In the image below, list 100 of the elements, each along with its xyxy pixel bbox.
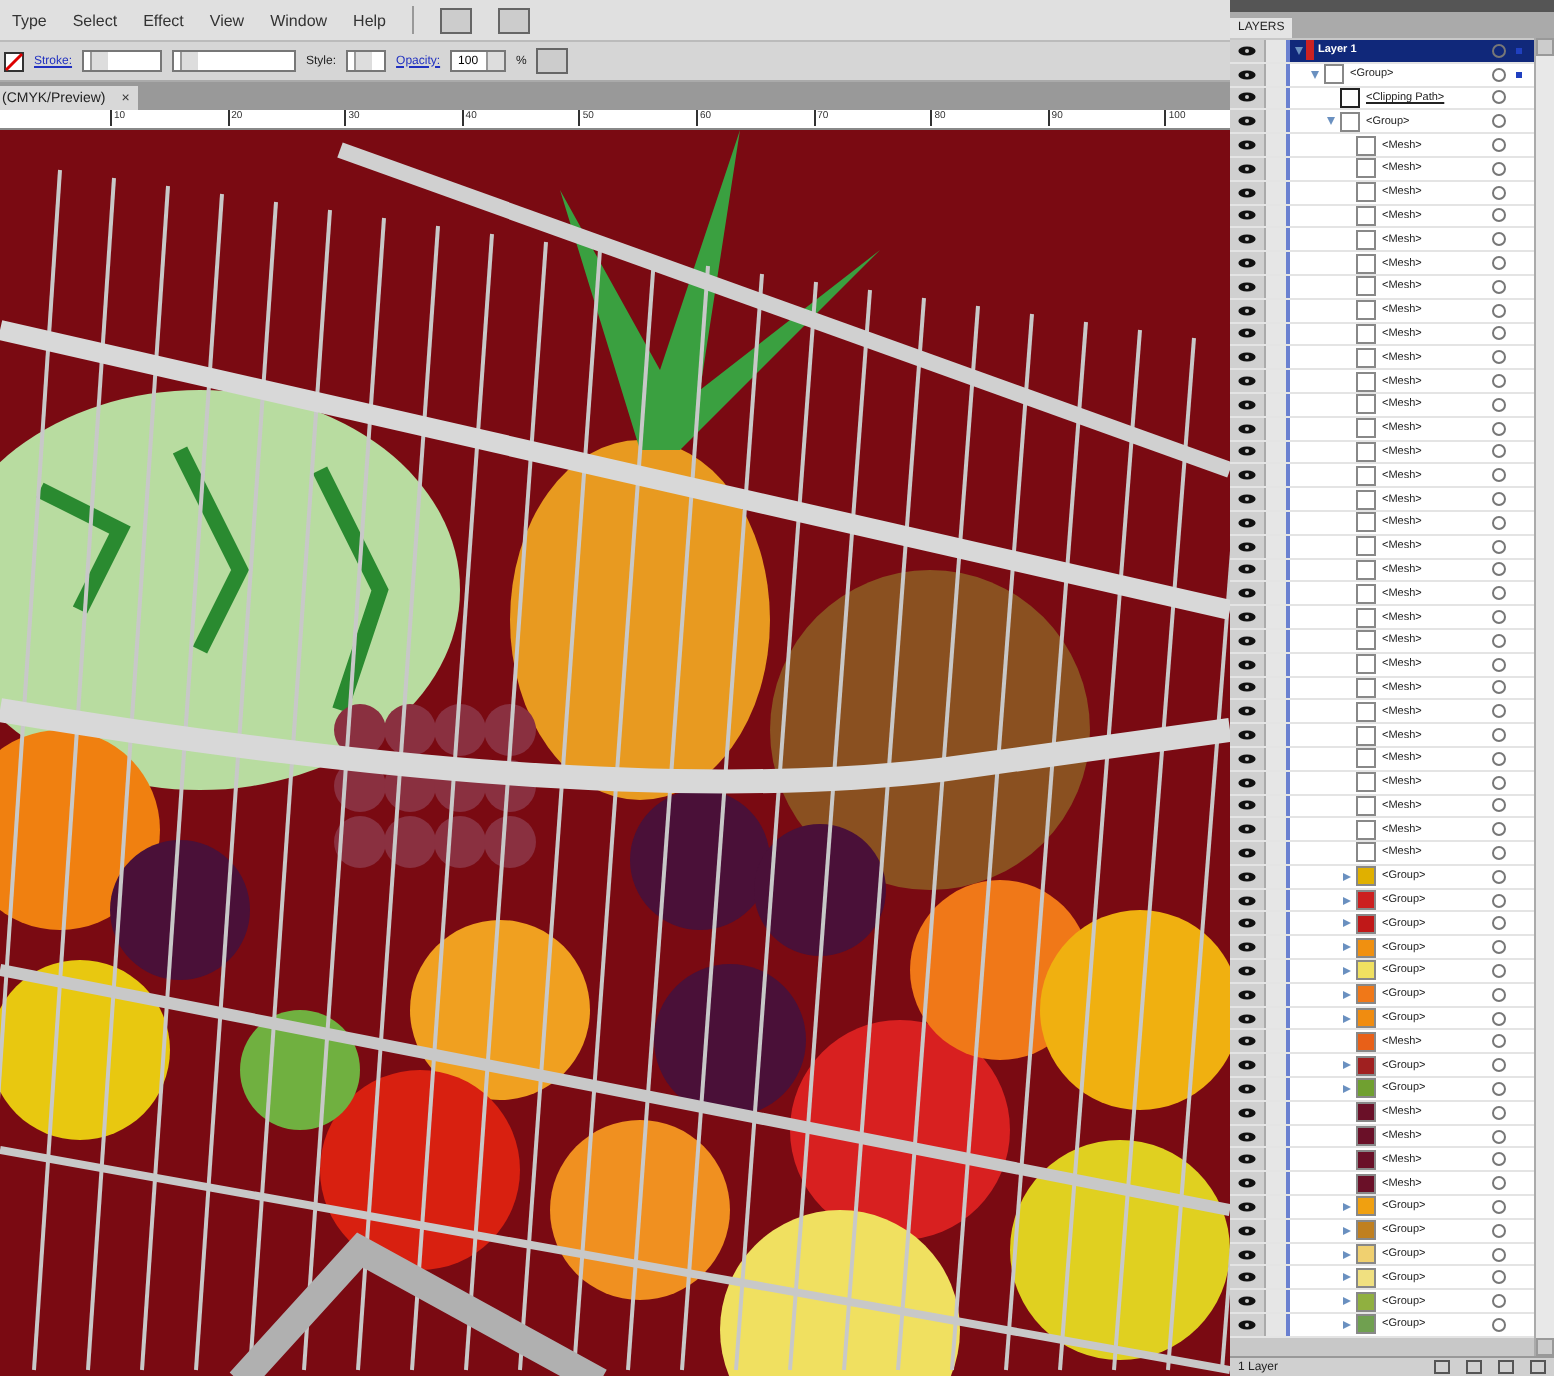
target-circle-icon[interactable] <box>1492 1105 1506 1120</box>
target-circle-icon[interactable] <box>1492 492 1506 507</box>
eye-icon[interactable] <box>1238 942 1256 953</box>
target-circle-icon[interactable] <box>1492 208 1506 223</box>
eye-icon[interactable] <box>1238 210 1256 221</box>
eye-icon[interactable] <box>1238 871 1256 882</box>
eye-icon[interactable] <box>1238 706 1256 717</box>
disclosure-triangle-icon[interactable] <box>1342 871 1352 882</box>
eye-icon[interactable] <box>1238 234 1256 245</box>
target-circle-icon[interactable] <box>1492 303 1506 318</box>
target-circle-icon[interactable] <box>1492 562 1506 577</box>
target-circle-icon[interactable] <box>1492 421 1506 436</box>
disclosure-triangle-icon[interactable] <box>1342 918 1352 929</box>
eye-icon[interactable] <box>1238 918 1256 929</box>
target-circle-icon[interactable] <box>1492 798 1506 813</box>
eye-icon[interactable] <box>1238 140 1256 151</box>
disclosure-triangle-icon[interactable] <box>1342 1319 1352 1330</box>
target-circle-icon[interactable] <box>1492 1223 1506 1238</box>
disclosure-triangle-icon[interactable] <box>1342 1083 1352 1094</box>
brush-dropdown[interactable] <box>172 50 297 72</box>
eye-icon[interactable] <box>1238 1060 1256 1071</box>
target-circle-icon[interactable] <box>1492 1152 1506 1167</box>
eye-icon[interactable] <box>1238 1201 1256 1212</box>
target-circle-icon[interactable] <box>1492 185 1506 200</box>
disclosure-triangle-icon[interactable] <box>1342 942 1352 953</box>
eye-icon[interactable] <box>1238 1013 1256 1024</box>
disclosure-triangle-icon[interactable] <box>1342 1060 1352 1071</box>
target-circle-icon[interactable] <box>1492 610 1506 625</box>
eye-icon[interactable] <box>1238 1107 1256 1118</box>
target-circle-icon[interactable] <box>1492 374 1506 389</box>
eye-icon[interactable] <box>1238 635 1256 646</box>
target-circle-icon[interactable] <box>1492 1270 1506 1285</box>
eye-icon[interactable] <box>1238 730 1256 740</box>
eye-icon[interactable] <box>1238 446 1256 457</box>
eye-icon[interactable] <box>1238 824 1256 835</box>
target-circle-icon[interactable] <box>1492 279 1506 294</box>
menu-item[interactable]: Help <box>353 11 386 29</box>
eye-icon[interactable] <box>1238 517 1256 528</box>
target-circle-icon[interactable] <box>1492 256 1506 271</box>
eye-icon[interactable] <box>1238 328 1256 339</box>
target-circle-icon[interactable] <box>1492 1058 1506 1073</box>
eye-icon[interactable] <box>1238 494 1256 505</box>
eye-icon[interactable] <box>1238 682 1256 693</box>
disclosure-triangle-icon[interactable] <box>1342 1296 1352 1307</box>
disclosure-triangle-icon[interactable] <box>1342 1225 1352 1236</box>
target-circle-icon[interactable] <box>1492 232 1506 247</box>
stroke-swatch-icon[interactable] <box>4 51 24 71</box>
target-circle-icon[interactable] <box>1492 657 1506 672</box>
eye-icon[interactable] <box>1238 1154 1256 1165</box>
disclosure-triangle-icon[interactable] <box>1342 1272 1352 1283</box>
disclosure-triangle-icon[interactable] <box>1326 116 1336 127</box>
eye-icon[interactable] <box>1238 895 1256 906</box>
disclosure-triangle-icon[interactable] <box>1310 69 1320 80</box>
eye-icon[interactable] <box>1238 1036 1256 1047</box>
target-circle-icon[interactable] <box>1492 751 1506 766</box>
disclosure-triangle-icon[interactable] <box>1342 895 1352 906</box>
eye-icon[interactable] <box>1238 1272 1256 1283</box>
target-circle-icon[interactable] <box>1492 704 1506 719</box>
target-circle-icon[interactable] <box>1492 586 1506 601</box>
scrollbar[interactable] <box>1534 38 1554 1356</box>
eye-icon[interactable] <box>1238 588 1256 599</box>
eye-icon[interactable] <box>1238 1249 1256 1260</box>
target-circle-icon[interactable] <box>1492 444 1506 459</box>
target-circle-icon[interactable] <box>1492 633 1506 648</box>
target-circle-icon[interactable] <box>1492 728 1506 742</box>
eye-icon[interactable] <box>1238 659 1256 670</box>
eye-icon[interactable] <box>1238 753 1256 764</box>
target-circle-icon[interactable] <box>1492 1129 1506 1144</box>
target-circle-icon[interactable] <box>1492 845 1506 860</box>
target-circle-icon[interactable] <box>1492 161 1506 176</box>
eye-icon[interactable] <box>1238 69 1256 80</box>
target-circle-icon[interactable] <box>1492 987 1506 1002</box>
target-circle-icon[interactable] <box>1492 468 1506 483</box>
eye-icon[interactable] <box>1238 92 1256 103</box>
target-circle-icon[interactable] <box>1492 775 1506 790</box>
menu-item[interactable]: Type <box>12 11 47 29</box>
disclosure-triangle-icon[interactable] <box>1342 1249 1352 1260</box>
eye-icon[interactable] <box>1238 1296 1256 1307</box>
eye-icon[interactable] <box>1238 376 1256 387</box>
target-circle-icon[interactable] <box>1492 963 1506 978</box>
menu-item[interactable]: View <box>209 11 245 29</box>
target-circle-icon[interactable] <box>1492 90 1506 105</box>
menu-item[interactable]: Select <box>72 11 118 29</box>
eye-icon[interactable] <box>1238 281 1256 292</box>
menu-item[interactable]: Window <box>270 11 328 29</box>
target-circle-icon[interactable] <box>1492 114 1506 129</box>
target-circle-icon[interactable] <box>1492 1199 1506 1214</box>
eye-icon[interactable] <box>1238 470 1256 481</box>
eye-icon[interactable] <box>1238 777 1256 788</box>
stroke-weight-dropdown[interactable] <box>82 50 163 72</box>
eye-icon[interactable] <box>1238 1083 1256 1094</box>
eye-icon[interactable] <box>1238 187 1256 198</box>
eye-icon[interactable] <box>1238 423 1256 434</box>
disclosure-triangle-icon[interactable] <box>1342 1013 1352 1024</box>
disclosure-triangle-icon[interactable] <box>1294 45 1304 56</box>
target-circle-icon[interactable] <box>1492 515 1506 530</box>
target-circle-icon[interactable] <box>1492 1294 1506 1309</box>
disclosure-triangle-icon[interactable] <box>1342 965 1352 976</box>
target-circle-icon[interactable] <box>1492 680 1506 695</box>
target-circle-icon[interactable] <box>1492 822 1506 837</box>
